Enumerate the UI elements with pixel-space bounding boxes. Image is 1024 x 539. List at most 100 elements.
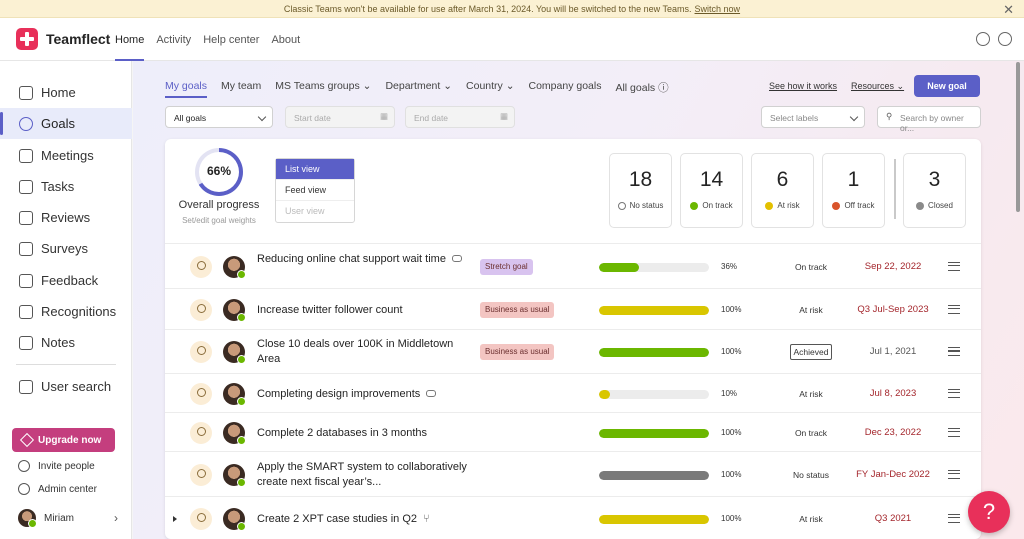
tab-company-goals[interactable]: Company goals	[529, 80, 602, 98]
goal-row[interactable]: Reducing online chat support wait time St…	[165, 243, 981, 288]
end-date-field[interactable]: End date ▦	[405, 106, 515, 128]
user-profile[interactable]: Miriam ›	[18, 509, 118, 528]
search-input[interactable]: ⚲ Search by owner or...	[877, 106, 981, 133]
hamburger-menu-icon[interactable]	[948, 347, 960, 356]
start-date-field[interactable]: Start date ▦	[285, 106, 395, 128]
hamburger-menu-icon[interactable]	[948, 388, 960, 398]
tab-my-goals[interactable]: My goals	[165, 80, 208, 98]
goal-title[interactable]: Create 2 XPT case studies in Q2 ⑂	[257, 512, 467, 527]
sidebar-item-label: Meetings	[41, 148, 94, 163]
owner-type-icon	[190, 421, 212, 444]
sidebar-item-meetings[interactable]: Meetings	[0, 140, 132, 171]
progress-bar-fill	[599, 470, 709, 480]
status-count: 14	[699, 168, 724, 191]
tab-about[interactable]: About	[271, 18, 300, 61]
status-count: 1	[847, 168, 860, 191]
hamburger-menu-icon[interactable]	[948, 261, 960, 271]
switch-now-link[interactable]: Switch now	[695, 4, 741, 14]
goal-row[interactable]: Apply the SMART system to collaborativel…	[165, 451, 981, 496]
invite-label: Invite people	[38, 460, 95, 472]
see-how-it-works-link[interactable]: See how it works	[769, 81, 837, 91]
goal-status: On track	[773, 262, 849, 272]
goal-status: At risk	[773, 389, 849, 399]
progress-bar-fill	[599, 428, 709, 438]
sidebar-item-feedback[interactable]: Feedback	[0, 265, 132, 296]
goal-due-date: Dec 23, 2022	[864, 426, 922, 438]
sidebar-item-tasks[interactable]: Tasks	[0, 171, 132, 202]
tab-all-goals[interactable]: All goals ⓘ	[615, 80, 668, 98]
sidebar-item-surveys[interactable]: Surveys	[0, 233, 132, 264]
goal-title[interactable]: Completing design improvements	[257, 387, 467, 402]
status-card-at-risk[interactable]: 6 At risk	[751, 153, 814, 228]
goal-row[interactable]: Complete 2 databases in 3 months 100% On t…	[165, 412, 981, 451]
teamflect-logo-icon	[16, 28, 38, 50]
feed-view-button[interactable]: Feed view	[276, 180, 354, 201]
link-icon	[451, 255, 462, 263]
start-date-placeholder: Start date	[294, 113, 331, 123]
goal-row[interactable]: Create 2 XPT case studies in Q2 ⑂ 100% At r…	[165, 496, 981, 539]
checkbox-icon	[19, 179, 33, 194]
labels-select[interactable]: Select labels	[761, 106, 865, 128]
hamburger-menu-icon[interactable]	[948, 469, 960, 479]
status-card-closed[interactable]: 3 Closed	[903, 153, 966, 228]
resources-dropdown[interactable]: Resources ⌄	[851, 81, 904, 92]
sidebar-item-home[interactable]: Home	[0, 77, 132, 108]
refresh-icon[interactable]	[976, 32, 990, 46]
tab-activity[interactable]: Activity	[156, 18, 191, 61]
invite-people-link[interactable]: Invite people	[18, 460, 95, 472]
status-card-on-track[interactable]: 14 On track	[680, 153, 743, 228]
sidebar-item-notes[interactable]: Notes	[0, 327, 132, 358]
upgrade-label: Upgrade now	[38, 434, 102, 446]
goals-filter-select[interactable]: All goals	[165, 106, 273, 128]
goal-title[interactable]: Increase twitter follower count	[257, 303, 467, 318]
goal-row[interactable]: Increase twitter follower count Business …	[165, 288, 981, 329]
goal-title-text: Apply the SMART system to collaborativel…	[257, 460, 467, 488]
tab-ms-teams-groups[interactable]: MS Teams groups ⌄	[275, 80, 371, 98]
goal-title[interactable]: Complete 2 databases in 3 months	[257, 426, 467, 441]
goal-title[interactable]: Apply the SMART system to collaborativel…	[257, 460, 467, 490]
sidebar-item-goals[interactable]: Goals	[0, 108, 132, 139]
status-label-row: At risk	[752, 201, 813, 210]
gear-icon	[18, 483, 30, 495]
help-button[interactable]: ?	[968, 491, 1010, 533]
status-label: Off track	[844, 201, 875, 210]
scrollbar[interactable]	[1016, 62, 1020, 212]
top-nav: Home Activity Help center About	[115, 18, 300, 61]
tab-home[interactable]: Home	[115, 18, 145, 61]
link-icon	[426, 390, 437, 398]
search-placeholder: Search by owner or...	[900, 113, 964, 133]
hamburger-menu-icon[interactable]	[948, 513, 960, 523]
tab-help-center[interactable]: Help center	[203, 18, 259, 61]
progress-bar	[599, 470, 709, 480]
goal-row[interactable]: Completing design improvements 10% At risk…	[165, 373, 981, 412]
status-card-off-track[interactable]: 1 Off track	[822, 153, 885, 228]
goal-title[interactable]: Reducing online chat support wait time	[257, 252, 467, 267]
sidebar-item-recognitions[interactable]: Recognitions	[0, 296, 132, 327]
sidebar-item-reviews[interactable]: Reviews	[0, 202, 132, 233]
chat-icon	[19, 210, 33, 225]
goal-title[interactable]: Close 10 deals over 100K in Middletown A…	[257, 337, 467, 367]
main-content: My goals My team MS Teams groups ⌄ Depar…	[133, 61, 1024, 539]
hamburger-menu-icon[interactable]	[948, 304, 960, 314]
tab-country[interactable]: Country ⌄	[466, 80, 514, 98]
status-label: At risk	[777, 201, 800, 210]
hamburger-menu-icon[interactable]	[948, 427, 960, 437]
tab-department[interactable]: Department ⌄	[385, 80, 452, 98]
progress-bar	[599, 305, 709, 315]
new-goal-button[interactable]: New goal	[914, 75, 980, 97]
goal-row[interactable]: Close 10 deals over 100K in Middletown A…	[165, 329, 981, 373]
tab-my-team[interactable]: My team	[221, 80, 261, 98]
branch-icon: ⑂	[423, 512, 430, 525]
upgrade-button[interactable]: Upgrade now	[12, 428, 115, 452]
goal-weights-link[interactable]: Set/edit goal weights	[171, 216, 267, 225]
progress-bar-fill	[599, 389, 610, 399]
expand-icon[interactable]	[173, 515, 177, 522]
sidebar-item-user-search[interactable]: User search	[0, 371, 132, 402]
list-view-button[interactable]: List view	[276, 159, 354, 180]
globe-icon[interactable]	[998, 32, 1012, 46]
status-card-no-status[interactable]: 18 No status	[609, 153, 672, 228]
goal-status: No status	[773, 470, 849, 480]
admin-center-link[interactable]: Admin center	[18, 483, 97, 495]
status-dot-icon	[916, 201, 925, 210]
close-icon[interactable]: ✕	[1003, 2, 1014, 18]
